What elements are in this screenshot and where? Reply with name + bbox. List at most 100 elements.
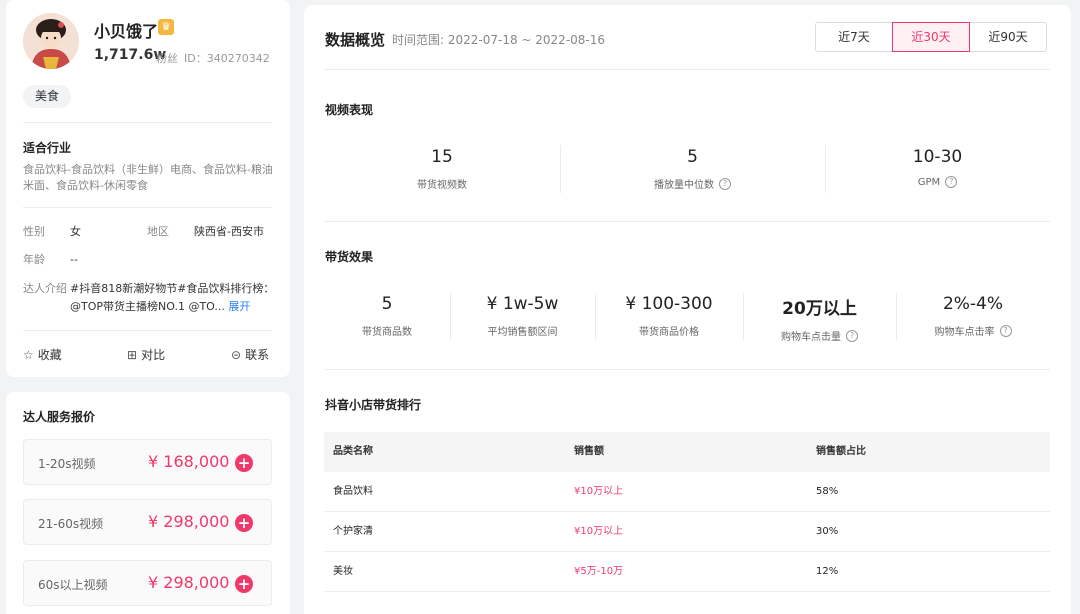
creator-id: ID：340270342 xyxy=(184,52,270,65)
metric-value: ¥ 100-300 xyxy=(625,294,713,314)
table-row: 美妆 ¥5万-10万 12% xyxy=(324,552,1050,592)
metric-gpm: 10-30 GPM? xyxy=(825,147,1050,188)
ranking-section-title: 抖音小店带货排行 xyxy=(325,398,422,412)
divider xyxy=(324,69,1050,70)
metric-label: 平均销售额区间 xyxy=(487,327,558,338)
gender-value: 女 xyxy=(70,225,81,238)
metric-play-median: 5 播放量中位数? xyxy=(560,147,825,191)
vip-badge-icon: ♛ xyxy=(158,19,174,35)
metric-value: 10-30 xyxy=(912,147,963,167)
help-icon[interactable]: ? xyxy=(719,177,731,190)
price-value: ¥ 298,000 xyxy=(148,512,230,531)
compare-button[interactable]: ⊞ 对比 xyxy=(127,346,165,363)
metric-value: 20万以上 xyxy=(782,299,857,319)
cell-share: 30% xyxy=(816,526,839,537)
metric-value: 5 xyxy=(687,147,698,167)
add-icon[interactable]: + xyxy=(235,454,253,472)
metric-label: 购物车点击率 xyxy=(934,327,995,338)
cell-category: 美妆 xyxy=(333,566,353,577)
age-value: -- xyxy=(70,253,78,266)
price-label: 21-60s视频 xyxy=(38,517,104,531)
price-row[interactable]: 1-20s视频 ¥ 168,000 + xyxy=(23,439,272,485)
add-icon[interactable]: + xyxy=(235,514,253,532)
cell-sales: ¥5万-10万 xyxy=(574,566,624,577)
header-category: 品类名称 xyxy=(333,446,373,457)
price-label: 60s以上视频 xyxy=(38,578,108,592)
metric-video-count: 15 带货视频数 xyxy=(324,147,560,191)
chat-icon: ⊝ xyxy=(231,347,242,362)
cell-sales: ¥10万以上 xyxy=(574,486,624,497)
intro-text-line-2: @TOP带货主播榜NO.1 @TO... 展开 xyxy=(70,299,250,315)
help-icon[interactable]: ? xyxy=(945,176,958,188)
cell-category: 个护家清 xyxy=(333,526,373,537)
metric-value: 5 xyxy=(381,294,393,314)
divider xyxy=(23,330,272,331)
divider xyxy=(324,369,1050,370)
sales-section-title: 带货效果 xyxy=(325,250,374,264)
metric-product-price: ¥ 100-300 带货商品价格 xyxy=(595,294,743,338)
region-value: 陕西省-西安市 xyxy=(194,225,264,238)
divider xyxy=(23,122,272,123)
metric-label: 播放量中位数 xyxy=(654,180,714,191)
fans-label: 粉丝 xyxy=(156,52,178,65)
metric-value: 15 xyxy=(431,147,453,167)
table-row: 个护家清 ¥10万以上 30% xyxy=(324,512,1050,552)
table-row: 食品饮料 ¥10万以上 58% xyxy=(324,472,1050,512)
intro-label: 达人介绍 xyxy=(23,282,67,295)
favorite-label: 收藏 xyxy=(37,348,62,362)
avatar-image xyxy=(23,13,79,69)
contact-button[interactable]: ⊝ 联系 xyxy=(231,346,269,363)
metric-cart-clicks: 20万以上 购物车点击量? xyxy=(743,294,896,343)
cell-share: 12% xyxy=(816,566,839,577)
video-section-title: 视频表现 xyxy=(325,103,374,117)
compare-icon: ⊞ xyxy=(127,347,138,362)
cell-sales: ¥10万以上 xyxy=(574,526,624,537)
price-row[interactable]: 21-60s视频 ¥ 298,000 + xyxy=(23,499,272,545)
add-icon[interactable]: + xyxy=(235,575,253,593)
range-30-days-button[interactable]: 近30天 xyxy=(892,22,970,52)
industry-text-line-2: 米面、食品饮料-休闲零食 xyxy=(23,179,148,192)
industry-text-line-1: 食品饮料-食品饮料（非生鲜）电商、食品饮料-粮油 xyxy=(23,163,273,176)
price-label: 1-20s视频 xyxy=(38,457,96,471)
ranking-table: 品类名称 销售额 销售额占比 食品饮料 ¥10万以上 58% 个护家清 ¥10万… xyxy=(324,432,1050,592)
range-selector: 近7天 近30天 近90天 xyxy=(815,22,1047,52)
table-header: 品类名称 销售额 销售额占比 xyxy=(324,432,1050,472)
overview-title: 数据概览 xyxy=(325,31,386,49)
header-share: 销售额占比 xyxy=(816,446,866,457)
metric-label: 带货商品数 xyxy=(362,327,412,338)
metric-label: GPM xyxy=(917,176,941,188)
range-7-days-button[interactable]: 近7天 xyxy=(815,22,893,52)
metric-value: 2%-4% xyxy=(942,294,1004,314)
range-90-days-button[interactable]: 近90天 xyxy=(969,22,1047,52)
divider xyxy=(324,221,1050,222)
help-icon[interactable]: ? xyxy=(999,324,1012,337)
intro-expand-link[interactable]: 展开 xyxy=(228,300,250,313)
pricing-title: 达人服务报价 xyxy=(23,410,96,424)
profile-card: 小贝饿了 ♛ 1,717.6w 粉丝 ID：340270342 美食 适合行业 … xyxy=(6,0,290,377)
star-icon: ☆ xyxy=(23,347,34,362)
favorite-button[interactable]: ☆ 收藏 xyxy=(23,346,62,363)
pricing-card: 达人服务报价 1-20s视频 ¥ 168,000 + 21-60s视频 ¥ 29… xyxy=(6,392,290,614)
header-sales: 销售额 xyxy=(574,446,604,457)
cell-share: 58% xyxy=(816,486,839,497)
divider xyxy=(23,207,272,208)
metric-label: 带货视频数 xyxy=(417,180,467,191)
metric-label: 带货商品价格 xyxy=(639,327,699,338)
region-label: 地区 xyxy=(147,225,169,238)
industry-title: 适合行业 xyxy=(23,141,72,155)
gender-label: 性别 xyxy=(23,225,45,238)
overview-card: 数据概览 时间范围: 2022-07-18 ~ 2022-08-16 近7天 近… xyxy=(304,5,1071,614)
time-range-text: 时间范围: 2022-07-18 ~ 2022-08-16 xyxy=(392,33,606,47)
price-value: ¥ 298,000 xyxy=(148,573,230,592)
creator-name: 小贝饿了 xyxy=(94,22,159,41)
metric-avg-sales: ¥ 1w-5w 平均销售额区间 xyxy=(450,294,595,338)
metric-label: 购物车点击量 xyxy=(781,332,841,343)
price-value: ¥ 168,000 xyxy=(148,452,230,471)
avatar[interactable] xyxy=(23,13,79,69)
price-row[interactable]: 60s以上视频 ¥ 298,000 + xyxy=(23,560,272,606)
help-icon[interactable]: ? xyxy=(846,329,858,342)
intro-text-line-1: #抖音818新潮好物节#食品饮料排行榜： xyxy=(70,282,275,295)
cell-category: 食品饮料 xyxy=(333,486,373,497)
metric-product-count: 5 带货商品数 xyxy=(324,294,450,338)
metric-cart-click-rate: 2%-4% 购物车点击率? xyxy=(896,294,1050,338)
